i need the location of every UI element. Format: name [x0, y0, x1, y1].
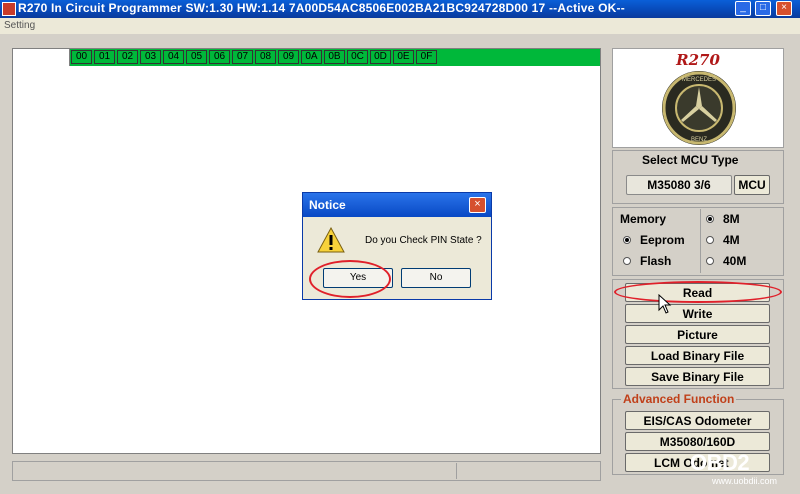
- eeprom-radio[interactable]: [623, 236, 631, 244]
- memory-divider: [700, 209, 701, 273]
- load-binary-button[interactable]: Load Binary File: [625, 346, 770, 365]
- hex-col-05: 05: [186, 50, 207, 64]
- m35080-160d-button[interactable]: M35080/160D: [625, 432, 770, 451]
- hex-col-09: 09: [278, 50, 299, 64]
- size-8m-label: 8M: [723, 212, 740, 226]
- title-bar: R270 In Circuit Programmer SW:1.30 HW:1.…: [0, 0, 800, 18]
- mcu-label: Select MCU Type: [642, 153, 739, 167]
- write-button[interactable]: Write: [625, 304, 770, 323]
- watermark-logo: OBD2: [690, 450, 750, 475]
- hex-col-00: 00: [71, 50, 92, 64]
- flash-radio[interactable]: [623, 257, 631, 265]
- dialog-title: Notice: [309, 198, 346, 212]
- close-button[interactable]: ×: [776, 1, 792, 16]
- mercedes-badge-icon: MERCEDES BENZ: [662, 71, 736, 145]
- hex-col-04: 04: [163, 50, 184, 64]
- hex-col-02: 02: [117, 50, 138, 64]
- product-logo: R270: [676, 51, 720, 69]
- save-binary-button[interactable]: Save Binary File: [625, 367, 770, 386]
- mouse-cursor-icon: [658, 294, 672, 314]
- hex-col-0c: 0C: [347, 50, 368, 64]
- menu-bar: Setting: [0, 18, 800, 34]
- hex-col-0f: 0F: [416, 50, 437, 64]
- size-40m-radio[interactable]: [706, 257, 714, 265]
- notice-dialog: Notice × Do you Check PIN State ? Yes No: [302, 192, 492, 300]
- hex-col-08: 08: [255, 50, 276, 64]
- picture-button[interactable]: Picture: [625, 325, 770, 344]
- status-divider: [456, 463, 457, 479]
- logo-panel: R270 MERCEDES BENZ: [612, 48, 784, 148]
- memory-label: Memory: [620, 212, 667, 226]
- no-button[interactable]: No: [401, 268, 471, 288]
- size-8m-radio[interactable]: [706, 215, 714, 223]
- mcu-type-field[interactable]: M35080 3/6: [626, 175, 732, 195]
- hex-col-0b: 0B: [324, 50, 345, 64]
- yes-button[interactable]: Yes: [323, 268, 393, 288]
- hex-column-header: 00 01 02 03 04 05 06 07 08 09 0A 0B 0C 0…: [13, 49, 600, 66]
- hex-address-corner: [13, 49, 70, 66]
- hex-col-01: 01: [94, 50, 115, 64]
- size-4m-radio[interactable]: [706, 236, 714, 244]
- read-button[interactable]: Read: [625, 283, 770, 302]
- flash-label: Flash: [640, 254, 672, 268]
- size-40m-label: 40M: [723, 254, 747, 268]
- dialog-close-button[interactable]: ×: [469, 197, 486, 213]
- advanced-label: Advanced Function: [621, 392, 737, 406]
- hex-col-0d: 0D: [370, 50, 391, 64]
- hex-col-0a: 0A: [301, 50, 322, 64]
- eis-cas-odometer-button[interactable]: EIS/CAS Odometer: [625, 411, 770, 430]
- hex-col-07: 07: [232, 50, 253, 64]
- size-4m-label: 4M: [723, 233, 740, 247]
- badge-bottom-text: BENZ: [691, 137, 707, 143]
- dialog-message: Do you Check PIN State ?: [365, 235, 482, 246]
- window-title: R270 In Circuit Programmer SW:1.30 HW:1.…: [18, 1, 625, 15]
- minimize-button[interactable]: _: [735, 1, 751, 16]
- status-bar: [12, 461, 601, 481]
- warning-icon: [317, 227, 345, 253]
- dialog-title-bar: Notice ×: [303, 193, 491, 217]
- hex-col-03: 03: [140, 50, 161, 64]
- app-icon: [2, 2, 16, 16]
- eeprom-label: Eeprom: [640, 233, 685, 247]
- maximize-button[interactable]: □: [755, 1, 771, 16]
- watermark-url: www.uobdii.com: [712, 476, 778, 486]
- badge-top-text: MERCEDES: [682, 77, 716, 83]
- menu-setting[interactable]: Setting: [4, 20, 35, 31]
- hex-col-06: 06: [209, 50, 230, 64]
- hex-col-0e: 0E: [393, 50, 414, 64]
- mcu-button[interactable]: MCU: [734, 175, 770, 195]
